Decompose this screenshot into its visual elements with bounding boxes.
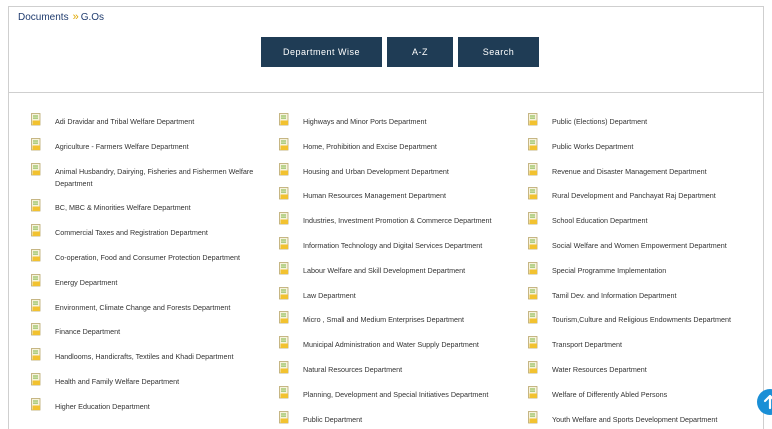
document-icon	[528, 410, 538, 423]
department-label: Micro , Small and Medium Enterprises Dep…	[303, 315, 464, 325]
document-icon	[279, 286, 289, 299]
department-label: Special Programme Implementation	[552, 265, 667, 275]
department-label: Adi Dravidar and Tribal Welfare Departme…	[55, 117, 195, 126]
document-icon	[528, 261, 538, 275]
breadcrumb-documents[interactable]: Documents	[18, 12, 69, 23]
department-label: Higher Education Department	[55, 401, 150, 411]
department-label: Public Department	[303, 414, 363, 424]
document-icon	[279, 137, 289, 151]
department-label: Environment, Climate Change and Forests …	[55, 302, 231, 312]
department-label: Rural Development and Panchayat Raj Depa…	[552, 191, 716, 201]
department-label: Animal Husbandry, Dairying, Fisheries an…	[55, 166, 254, 188]
department-label: Health and Family Welfare Department	[55, 377, 180, 386]
department-label: Youth Welfare and Sports Development Dep…	[552, 414, 718, 424]
document-icon	[31, 348, 41, 361]
document-icon	[528, 361, 538, 374]
department-label: Agriculture - Farmers Welfare Department	[55, 141, 189, 151]
breadcrumb-separator: »	[72, 11, 79, 23]
department-label: Tamil Dev. and Information Department	[552, 290, 677, 300]
document-icon	[528, 286, 538, 299]
document-icon	[528, 113, 538, 126]
document-icon	[31, 373, 41, 386]
department-label: Transport Department	[552, 340, 623, 350]
document-icon	[279, 237, 289, 250]
department-label: Information Technology and Digital Servi…	[303, 241, 483, 250]
document-icon	[279, 113, 289, 126]
document-icon	[31, 113, 41, 126]
document-icon	[528, 336, 538, 349]
document-icon	[528, 187, 538, 200]
document-icon	[31, 162, 41, 175]
department-label: Human Resources Management Department	[303, 191, 447, 201]
department-label: Housing and Urban Development Department	[303, 166, 449, 176]
department-label: Municipal Administration and Water Suppl…	[303, 340, 479, 350]
document-icon	[31, 323, 41, 336]
department-label: Welfare of Differently Abled Persons	[552, 389, 668, 399]
department-label: Home, Prohibition and Excise Department	[303, 141, 437, 151]
department-label: School Education Department	[552, 216, 648, 226]
document-icon	[528, 137, 538, 151]
department-label: Co-operation, Food and Consumer Protecti…	[55, 253, 240, 262]
department-label: Water Resources Department	[552, 365, 647, 374]
department-label: BC, MBC & Minorities Welfare Department	[55, 203, 191, 213]
arrow-up-icon	[763, 394, 772, 410]
search-button[interactable]: Search	[458, 37, 539, 67]
document-icon	[279, 336, 289, 349]
department-label: Tourism,Culture and Religious Endowments…	[552, 315, 731, 325]
document-icon	[31, 137, 41, 151]
document-icon	[528, 385, 538, 399]
department-label: Labour Welfare and Skill Development Dep…	[303, 265, 466, 275]
department-label: Commercial Taxes and Registration Depart…	[55, 228, 208, 238]
department-wise-button[interactable]: Department Wise	[261, 37, 382, 67]
department-label: Public (Elections) Department	[552, 117, 648, 126]
document-icon	[279, 410, 289, 423]
document-icon	[31, 298, 41, 311]
department-label: Law Department	[303, 290, 356, 300]
document-icon	[31, 273, 41, 287]
department-label: Energy Department	[55, 277, 118, 287]
department-label: Natural Resources Department	[303, 365, 403, 374]
department-label: Highways and Minor Ports Department	[303, 117, 427, 126]
header-divider	[9, 92, 763, 93]
document-icon	[528, 237, 538, 250]
department-label: Planning, Development and Special Initia…	[303, 389, 489, 399]
department-label: Handlooms, Handicrafts, Textiles and Kha…	[55, 352, 234, 362]
document-icon	[31, 224, 41, 237]
document-icon	[279, 385, 289, 399]
az-button[interactable]: A-Z	[387, 37, 453, 67]
department-label: Finance Department	[55, 327, 121, 337]
document-icon	[279, 162, 289, 175]
document-icon	[279, 311, 289, 324]
document-icon	[31, 199, 41, 212]
document-icon	[279, 212, 289, 225]
document-icon	[279, 361, 289, 374]
document-icon	[528, 162, 538, 175]
department-label: Public Works Department	[552, 141, 634, 151]
department-label: Social Welfare and Women Empowerment Dep…	[552, 241, 727, 250]
document-icon	[528, 311, 538, 324]
document-icon	[528, 212, 538, 225]
document-icon	[31, 397, 41, 411]
breadcrumb: Documents » G.Os	[18, 11, 104, 23]
document-icon	[279, 261, 289, 275]
document-icon	[279, 187, 289, 200]
department-label: Industries, Investment Promotion & Comme…	[303, 216, 492, 226]
breadcrumb-current: G.Os	[80, 11, 105, 23]
department-label: Revenue and Disaster Management Departme…	[552, 166, 707, 176]
document-icon	[31, 249, 41, 262]
